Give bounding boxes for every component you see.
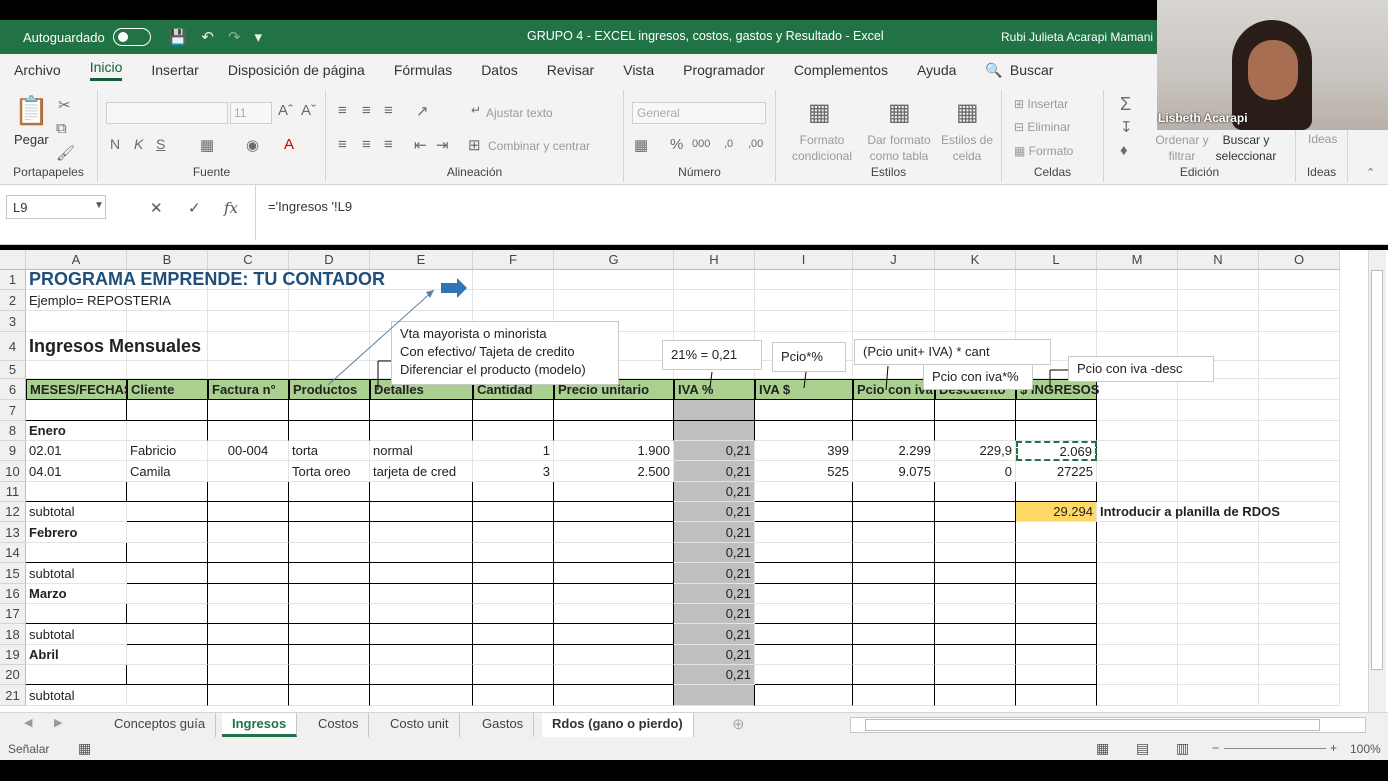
page-layout-icon[interactable]: ▤ (1136, 740, 1149, 757)
status-mode: Señalar (8, 742, 50, 756)
status-bar: Señalar ▦ ▦ ▤ ▥ − + 100% (0, 738, 1388, 760)
page-break-icon[interactable]: ▥ (1176, 740, 1189, 757)
sheet-tab-rdos[interactable]: Rdos (gano o pierdo) (542, 713, 694, 737)
normal-view-icon[interactable]: ▦ (1096, 740, 1109, 757)
arrow-head (426, 290, 434, 298)
sheet-tabs-bar: ◀ ▶ Conceptos guía Ingresos Costos Costo… (0, 712, 1388, 738)
blue-arrow-shape (441, 283, 457, 293)
horizontal-scroll-thumb[interactable] (865, 719, 1320, 731)
participant-face (1248, 40, 1298, 100)
zoom-in-icon[interactable]: + (1330, 741, 1337, 755)
sheet-tab-costos[interactable]: Costos (308, 713, 370, 737)
zoom-out-icon[interactable]: − (1212, 741, 1219, 755)
tab-scroll-right-icon[interactable]: ▶ (54, 716, 62, 729)
blue-arrow-head (457, 278, 467, 298)
participant-name: Lisbeth Acarapi (1158, 111, 1248, 125)
tab-scroll-left-icon[interactable]: ◀ (24, 716, 32, 729)
add-sheet-icon[interactable]: ⊕ (732, 715, 745, 733)
sheet-tab-costo-unit[interactable]: Costo unit (380, 713, 460, 737)
horizontal-scrollbar[interactable] (850, 717, 1366, 733)
screen-bottom-bar (0, 760, 1388, 781)
sheet-tab-ingresos[interactable]: Ingresos (222, 713, 298, 737)
macro-record-icon[interactable]: ▦ (78, 740, 91, 757)
zoom-slider[interactable] (1224, 748, 1326, 749)
zoom-level[interactable]: 100% (1350, 742, 1381, 756)
sheet-tab-gastos[interactable]: Gastos (472, 713, 535, 737)
arrow-line (327, 289, 435, 386)
sheet-tab-conceptos[interactable]: Conceptos guía (104, 713, 217, 737)
